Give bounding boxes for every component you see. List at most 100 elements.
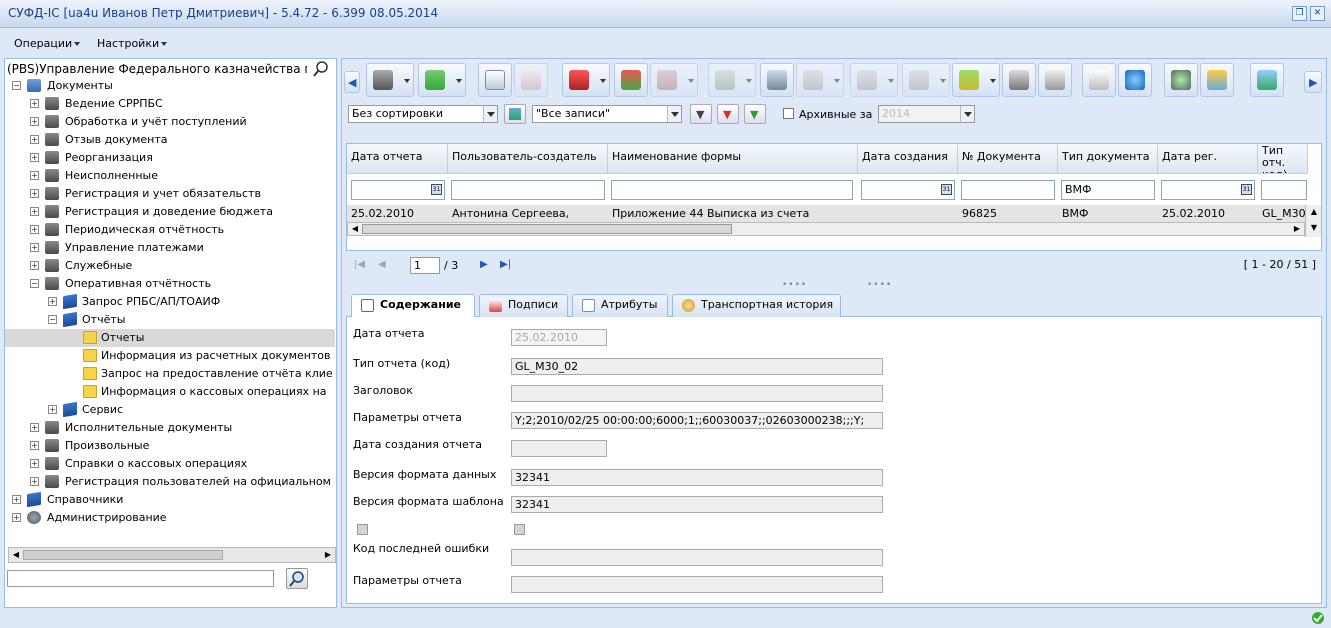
tree-node-cash-refs[interactable]: + Справки о кассовых операциях xyxy=(5,455,335,473)
search-icon[interactable] xyxy=(312,60,330,78)
column-header[interactable]: Тип документа xyxy=(1058,144,1158,174)
doc-type-filter-input[interactable]: ВМФ xyxy=(1061,180,1155,200)
tree-node-report-request[interactable]: Запрос на предоставление отчёта клие xyxy=(5,365,335,383)
column-header[interactable]: Тип отч. код) xyxy=(1258,144,1308,174)
option-checkbox[interactable] xyxy=(514,524,525,535)
expand-toggle[interactable]: + xyxy=(30,423,39,432)
page-number-input[interactable]: 1 xyxy=(410,257,440,274)
tree-node-reports[interactable]: Отчеты xyxy=(5,329,335,347)
last-error-field[interactable] xyxy=(511,549,883,566)
sort-select[interactable]: Без сортировки xyxy=(348,105,498,123)
collapse-toggle[interactable]: − xyxy=(30,279,39,288)
scroll-up-icon[interactable]: ▲ xyxy=(1308,206,1320,218)
tree-node-documents[interactable]: − Документы xyxy=(5,77,335,95)
tab-signatures[interactable]: Подписи xyxy=(479,294,568,317)
tab-attributes[interactable]: Атрибуты xyxy=(572,294,668,317)
calendar-icon[interactable]: 31 xyxy=(1241,184,1252,195)
expand-toggle[interactable]: + xyxy=(30,117,39,126)
calendar-icon[interactable]: 31 xyxy=(431,184,442,195)
table-row[interactable]: 25.02.2010 Антонина Сергеева, Приложение… xyxy=(347,205,1305,223)
calendar-icon[interactable]: 31 xyxy=(941,184,952,195)
tree-node-directories[interactable]: + Справочники xyxy=(5,491,335,509)
sign-button[interactable] xyxy=(562,63,610,97)
close-button[interactable]: ✕ xyxy=(1310,6,1325,21)
print-button[interactable] xyxy=(1038,63,1072,97)
splitter-grip-icon[interactable]: •••• xyxy=(867,280,892,290)
tree-node-reports-folder[interactable]: − Отчёты xyxy=(5,311,335,329)
data-format-field[interactable]: 32341 xyxy=(511,469,883,486)
params-field[interactable]: Y;2;2010/02/25 00:00:00;6000;1;;60030037… xyxy=(511,412,883,429)
column-header[interactable]: № Документа xyxy=(958,144,1058,174)
column-header[interactable]: Пользователь-создатель xyxy=(448,144,608,174)
tree-node-arbitrary[interactable]: + Произвольные xyxy=(5,437,335,455)
tree-node-cash-info[interactable]: Информация о кассовых операциях на xyxy=(5,383,335,401)
tab-content[interactable]: Содержание xyxy=(351,294,475,318)
expand-toggle[interactable]: + xyxy=(30,135,39,144)
layers-button[interactable] xyxy=(1200,63,1234,97)
column-header[interactable]: Наименование формы xyxy=(608,144,858,174)
scroll-left-icon[interactable]: ◀ xyxy=(349,223,361,235)
scroll-right-icon[interactable]: ▶ xyxy=(322,549,334,561)
tree-node-admin[interactable]: + Администрирование xyxy=(5,509,335,527)
filter-button[interactable]: ▼ xyxy=(690,104,712,124)
collapse-toggle[interactable]: − xyxy=(48,315,57,324)
expand-toggle[interactable]: + xyxy=(48,405,57,414)
tree-node-budget[interactable]: + Регистрация и доведение бюджета xyxy=(5,203,335,221)
menu-operations[interactable]: Операции xyxy=(14,37,80,50)
expand-toggle[interactable]: + xyxy=(30,243,39,252)
expand-toggle[interactable]: + xyxy=(30,261,39,270)
tree-node-info-settlement[interactable]: Информация из расчетных документов xyxy=(5,347,335,365)
tree-node-reorg[interactable]: + Реорганизация xyxy=(5,149,335,167)
tree-node-receipts[interactable]: + Обработка и учёт поступлений xyxy=(5,113,335,131)
clear-filter-button[interactable]: ▼ xyxy=(717,104,739,124)
expand-toggle[interactable]: + xyxy=(30,459,39,468)
splitter-grip-icon[interactable]: •••• xyxy=(782,280,807,290)
option-checkbox[interactable] xyxy=(357,524,368,535)
tab-transport-history[interactable]: Транспортная история xyxy=(672,294,841,317)
params2-field[interactable] xyxy=(511,576,883,593)
verify-signature-button[interactable] xyxy=(614,63,648,97)
tree-node-service[interactable]: + Служебные xyxy=(5,257,335,275)
search-users-button[interactable] xyxy=(760,63,794,97)
tree-search-button[interactable] xyxy=(286,568,308,589)
tree-node-rpbs-request[interactable]: + Запрос РПБС/АП/ТОАИФ xyxy=(5,293,335,311)
tree-node-servis[interactable]: + Сервис xyxy=(5,401,335,419)
menu-settings[interactable]: Настройки xyxy=(97,37,167,50)
records-filter-select[interactable]: "Все записи" xyxy=(532,105,682,123)
prev-page-icon[interactable]: ◀ xyxy=(378,259,386,270)
report-type-filter-input[interactable] xyxy=(1261,180,1307,200)
scroll-right-icon[interactable]: ▶ xyxy=(1291,223,1303,235)
expand-toggle[interactable]: + xyxy=(12,495,21,504)
created-filter-input[interactable]: 31 xyxy=(861,180,955,200)
send-button[interactable] xyxy=(952,63,1000,97)
view-document-button[interactable] xyxy=(478,63,512,97)
tree-node-operational[interactable]: − Оперативная отчётность xyxy=(5,275,335,293)
collapse-toggle[interactable]: − xyxy=(12,81,21,90)
column-header[interactable]: Дата создания xyxy=(858,144,958,174)
date-filter-input[interactable]: 31 xyxy=(351,180,445,200)
reg-date-filter-input[interactable]: 31 xyxy=(1161,180,1255,200)
doc-number-filter-input[interactable] xyxy=(961,180,1055,200)
scroll-left-icon[interactable]: ◀ xyxy=(10,549,22,561)
scroll-thumb[interactable] xyxy=(23,550,223,560)
run-button[interactable] xyxy=(1164,63,1198,97)
tree-node-obligations[interactable]: + Регистрация и учет обязательств xyxy=(5,185,335,203)
report-type-field[interactable]: GL_M30_02 xyxy=(511,358,883,375)
tree-node-user-reg[interactable]: + Регистрация пользователей на официально… xyxy=(5,473,335,491)
column-header[interactable]: Дата отчета xyxy=(347,144,448,174)
sort-apply-button[interactable] xyxy=(504,104,526,124)
expand-toggle[interactable]: + xyxy=(30,171,39,180)
exit-button[interactable] xyxy=(1250,63,1284,97)
column-header[interactable]: Дата рег. xyxy=(1158,144,1258,174)
expand-toggle[interactable]: + xyxy=(12,513,21,522)
tree-node-srrpbs[interactable]: + Ведение СРРПБС xyxy=(5,95,335,113)
tree-search-input[interactable] xyxy=(7,570,274,587)
refresh-button[interactable] xyxy=(1118,63,1152,97)
grid-horizontal-scrollbar[interactable]: ◀ ▶ xyxy=(347,222,1305,236)
restore-button[interactable]: ❐ xyxy=(1292,6,1307,21)
expand-toggle[interactable]: + xyxy=(30,153,39,162)
expand-toggle[interactable]: + xyxy=(30,225,39,234)
edit-filter-button[interactable]: ▼ xyxy=(744,104,766,124)
expand-toggle[interactable]: + xyxy=(30,207,39,216)
header-field[interactable] xyxy=(511,385,883,402)
